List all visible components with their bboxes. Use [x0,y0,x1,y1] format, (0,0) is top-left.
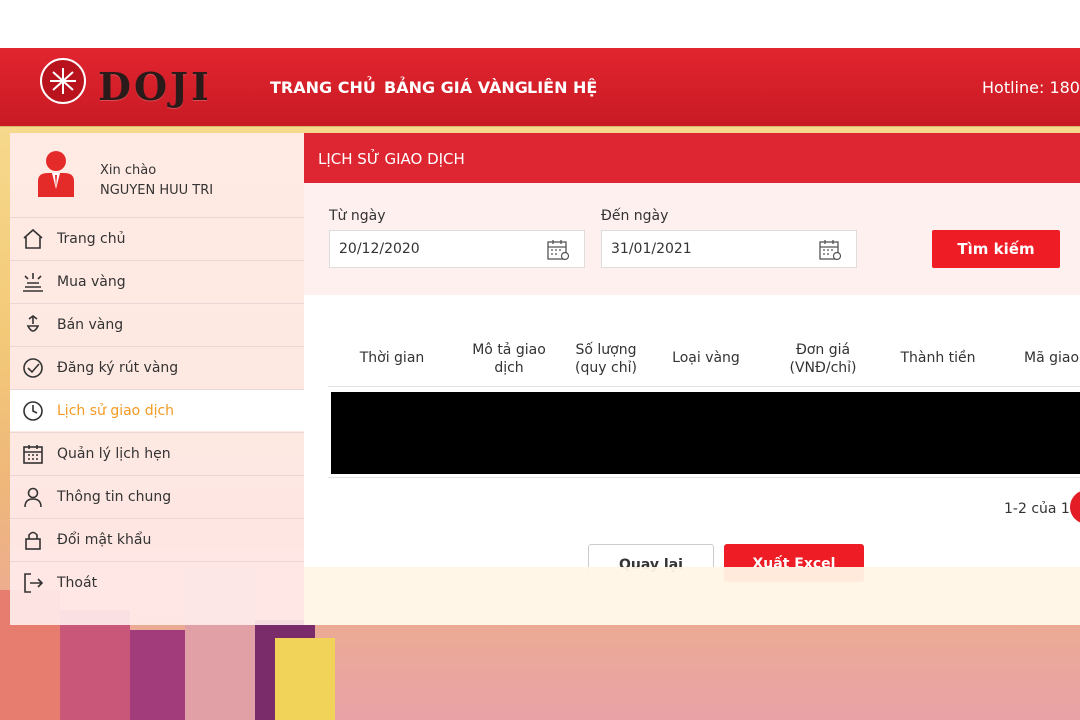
sidebar-item-label: Trang chủ [57,230,126,247]
lock-icon [20,527,46,553]
user-name: NGUYEN HUU TRI [100,183,214,198]
sidebar-item-buy-gold[interactable]: Mua vàng [10,260,304,302]
buy-gold-icon [20,269,46,295]
account-sidebar: Xin chào NGUYEN HUU TRI Trang chủ Mua và… [10,133,304,625]
table-divider [328,386,1080,387]
clock-icon [20,398,46,424]
redacted-table-rows [331,392,1080,474]
page-title: LỊCH SỬ GIAO DỊCH [318,150,465,168]
sidebar-item-label: Mua vàng [57,273,126,290]
sidebar-item-sell-gold[interactable]: Bán vàng [10,303,304,345]
content-overlay [304,567,1080,625]
user-profile: Xin chào NGUYEN HUU TRI [10,133,304,217]
hotline: Hotline: 1800 [982,78,1080,97]
calendar-icon[interactable] [818,239,842,265]
column-header-transaction-code: Mã giao d [1024,349,1080,367]
check-circle-icon [20,355,46,381]
sidebar-item-label: Thông tin chung [57,488,172,505]
column-header-time: Thời gian [352,349,432,367]
column-header-text: Đơn giá [795,342,851,358]
from-date-value: 20/12/2020 [339,241,420,257]
sidebar-item-transaction-history[interactable]: Lịch sử giao dịch [10,389,304,431]
to-date-value: 31/01/2021 [611,241,692,257]
column-header-total: Thành tiền [894,349,982,367]
column-header-text: Thành tiền [900,350,976,366]
doji-logo-icon[interactable] [40,58,86,104]
column-header-quantity: Số lượng (quy chỉ) [566,341,646,377]
column-header-text: Thời gian [359,350,425,366]
pagination-info: 1-2 của 1 [1004,501,1070,517]
browser-top-strip [0,0,1080,49]
logout-icon [20,570,46,596]
column-header-text: Số lượng [575,342,637,358]
user-icon [20,484,46,510]
column-header-text: (quy chỉ) [575,360,637,376]
sidebar-item-logout[interactable]: Thoát [10,561,304,603]
greeting-text: Xin chào [100,163,157,178]
sidebar-item-label: Bán vàng [57,316,124,333]
sidebar-item-label: Lịch sử giao dịch [57,402,175,419]
home-icon [20,226,46,252]
calendar-icon[interactable] [546,239,570,265]
column-header-text: Mô tả giao [472,342,546,358]
column-header-description: Mô tả giao dịch [464,341,554,377]
nav-home[interactable]: TRANG CHỦ [270,78,376,97]
search-button[interactable]: Tìm kiếm [932,230,1060,268]
from-date-label: Từ ngày [329,208,386,224]
sidebar-item-withdraw-gold[interactable]: Đăng ký rút vàng [10,346,304,388]
table-divider [328,477,1080,478]
transaction-history-panel: LỊCH SỬ GIAO DỊCH Từ ngày 20/12/2020 Đến… [304,133,1080,625]
sell-gold-icon [20,312,46,338]
nav-contact[interactable]: LIÊN HỆ [527,78,597,97]
column-header-text: Mã giao d [1024,350,1080,366]
panel-header: LỊCH SỬ GIAO DỊCH [304,133,1080,183]
column-header-unit-price: Đơn giá (VNĐ/chỉ) [778,341,868,377]
column-header-text: (VNĐ/chỉ) [789,360,857,376]
sidebar-item-general-info[interactable]: Thông tin chung [10,475,304,517]
sidebar-item-label: Thoát [57,574,98,591]
sidebar-item-change-password[interactable]: Đổi mật khẩu [10,518,304,560]
from-date-field[interactable]: 20/12/2020 [329,230,585,268]
pagination-next-button[interactable] [1070,490,1080,524]
sidebar-item-home[interactable]: Trang chủ [10,217,304,259]
sidebar-item-label: Đăng ký rút vàng [57,359,179,376]
avatar-icon [34,149,78,197]
logo-text[interactable]: DOJI [98,64,212,109]
calendar-icon [20,441,46,467]
column-header-text: Loại vàng [672,350,740,366]
nav-gold-price[interactable]: BẢNG GIÁ VÀNG [384,78,528,97]
site-header: DOJI TRANG CHỦ BẢNG GIÁ VÀNG LIÊN HỆ Hot… [0,48,1080,129]
sidebar-item-label: Đổi mật khẩu [57,531,152,548]
column-header-text: dịch [494,360,524,376]
to-date-label: Đến ngày [601,208,669,224]
column-header-gold-type: Loại vàng [666,349,746,367]
sidebar-item-appointments[interactable]: Quản lý lịch hẹn [10,432,304,474]
to-date-field[interactable]: 31/01/2021 [601,230,857,268]
sidebar-item-label: Quản lý lịch hẹn [57,445,171,462]
